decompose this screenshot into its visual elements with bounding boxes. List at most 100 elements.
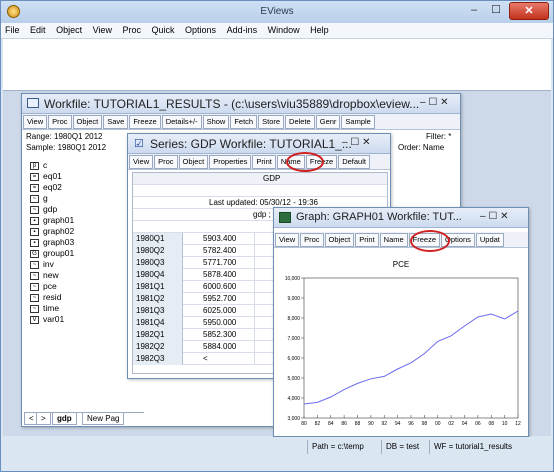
series-properties-button[interactable]: Properties [209,155,252,169]
status-wf: WF = tutorial1_results [429,440,516,454]
menu-file[interactable]: File [1,23,24,37]
wf-delete-button[interactable]: Delete [285,115,315,129]
y-tick-label: 5,000 [287,376,300,382]
wf-save-button[interactable]: Save [103,115,129,129]
menu-help[interactable]: Help [306,23,333,37]
workfile-object-item[interactable]: ~ time [30,303,59,313]
series-icon: ~ [30,205,39,214]
series-default-button[interactable]: Default [338,155,370,169]
series-blank-row [133,185,387,197]
status-path: Path = c:\temp [307,440,368,454]
menu-proc[interactable]: Proc [118,23,145,37]
workfile-object-item[interactable]: βc [30,160,47,170]
maximize-button[interactable]: ☐ [485,2,507,20]
tab-scroll-right[interactable]: > [36,413,51,425]
workfile-object-item[interactable]: ~ g [30,193,48,203]
graph-titlebar[interactable]: Graph: GRAPH01 Workfile: TUT... – ☐ ✕ [274,208,528,228]
x-tick-label: 02 [448,421,454,427]
app-titlebar[interactable]: EViews – ☐ ✕ [1,1,553,23]
wf-details-button[interactable]: Details+/- [161,115,202,129]
series-icon: ~ [30,304,39,313]
minimize-button[interactable]: – [463,2,485,20]
workfile-object-item[interactable]: Vvar01 [30,314,64,324]
workfile-object-item[interactable]: Ggroup01 [30,248,74,258]
workfile-filter[interactable]: Filter: * [426,132,451,141]
tab-gdp[interactable]: gdp [52,413,77,425]
graph-view-button[interactable]: View [275,233,300,247]
wf-fetch-button[interactable]: Fetch [230,115,258,129]
series-view-button[interactable]: View [129,155,154,169]
workfile-object-item[interactable]: ▪ graph01 [30,215,74,225]
wf-genr-button[interactable]: Genr [315,115,341,129]
wf-view-button[interactable]: View [23,115,48,129]
graph-print-button[interactable]: Print [355,233,379,247]
command-window[interactable] [3,39,551,91]
tab-new-page[interactable]: New Pag [82,413,125,425]
graph-window-controls[interactable]: – ☐ ✕ [480,211,508,222]
menu-bar: File Edit Object View Proc Quick Options… [1,23,553,39]
x-tick-label: 00 [435,421,441,427]
series-object-button[interactable]: Object [178,155,209,169]
workfile-object-item[interactable]: = eq02 [30,182,62,192]
workfile-object-name: group01 [43,248,75,258]
workfile-titlebar[interactable]: Workfile: TUTORIAL1_RESULTS - (c:\users\… [22,94,460,114]
workfile-order[interactable]: Order: Name [398,143,444,152]
row-value: < [185,353,255,365]
menu-window[interactable]: Window [264,23,304,37]
row-period: 1982Q1 [133,329,183,341]
row-period: 1980Q1 [133,233,183,245]
graph-object-button[interactable]: Object [324,233,355,247]
workfile-object-item[interactable]: ~ gdp [30,204,57,214]
menu-edit[interactable]: Edit [26,23,50,37]
workfile-object-name: graph01 [43,215,75,225]
series-window-controls[interactable]: – ☐ ✕ [342,137,370,148]
workfile-object-item[interactable]: ▪ graph02 [30,226,74,236]
series-proc-button[interactable]: Proc [154,155,178,169]
workfile-range[interactable]: Range: 1980Q1 2012 [26,132,103,141]
workfile-object-item[interactable]: ~ resid [30,292,61,302]
x-tick-label: 06 [475,421,481,427]
series-icon: ~ [30,194,39,203]
close-button[interactable]: ✕ [509,2,549,20]
x-tick-label: 10 [502,421,508,427]
workfile-object-item[interactable]: ▪ graph03 [30,237,74,247]
graph-name-button[interactable]: Name [379,233,408,247]
menu-view[interactable]: View [89,23,116,37]
workfile-object-name: eq02 [43,182,62,192]
y-tick-label: 10,000 [285,276,301,282]
workfile-object-name: graph03 [43,237,75,247]
menu-options[interactable]: Options [181,23,220,37]
graph-update-button[interactable]: Updat [475,233,504,247]
workfile-object-item[interactable]: = eq01 [30,171,62,181]
workfile-object-item[interactable]: ~ new [30,270,59,280]
workfile-window-controls[interactable]: – ☐ ✕ [420,97,448,108]
series-title: Series: GDP Workfile: TUTORIAL1_... [150,137,352,151]
status-db: DB = test [381,440,423,454]
menu-object[interactable]: Object [52,23,86,37]
series-titlebar[interactable]: ☑ Series: GDP Workfile: TUTORIAL1_... – … [128,134,390,154]
row-value: 5852.300 [185,329,255,341]
row-value: 5782.400 [185,245,255,257]
wf-object-button[interactable]: Object [72,115,103,129]
pce-line-chart: 10,000 9,000 8,000 7,000 6,000 5,000 4,000 3,00… [285,276,521,427]
series-print-button[interactable]: Print [252,155,276,169]
workfile-object-item[interactable]: ~ pce [30,281,57,291]
series-icon: ~ [30,260,39,269]
workfile-object-item[interactable]: ~ inv [30,259,54,269]
wf-freeze-button[interactable]: Freeze [129,115,161,129]
x-tick-label: 04 [462,421,468,427]
wf-show-button[interactable]: Show [202,115,230,129]
graph-proc-button[interactable]: Proc [300,233,324,247]
plot-frame [303,277,519,419]
x-tick-label: 98 [422,421,428,427]
workfile-toolbar: View Proc Object Save Freeze Details+/- Show Fe… [22,114,460,130]
wf-store-button[interactable]: Store [258,115,285,129]
workfile-object-name: gdp [43,204,58,214]
menu-addins[interactable]: Add-ins [223,23,262,37]
workfile-sample[interactable]: Sample: 1980Q1 2012 [26,143,106,152]
wf-sample-button[interactable]: Sample [341,115,375,129]
workfile-title: Workfile: TUTORIAL1_RESULTS - (c:\users\… [44,97,420,111]
menu-quick[interactable]: Quick [148,23,179,37]
wf-proc-button[interactable]: Proc [48,115,72,129]
row-value: 6000.600 [185,281,255,293]
